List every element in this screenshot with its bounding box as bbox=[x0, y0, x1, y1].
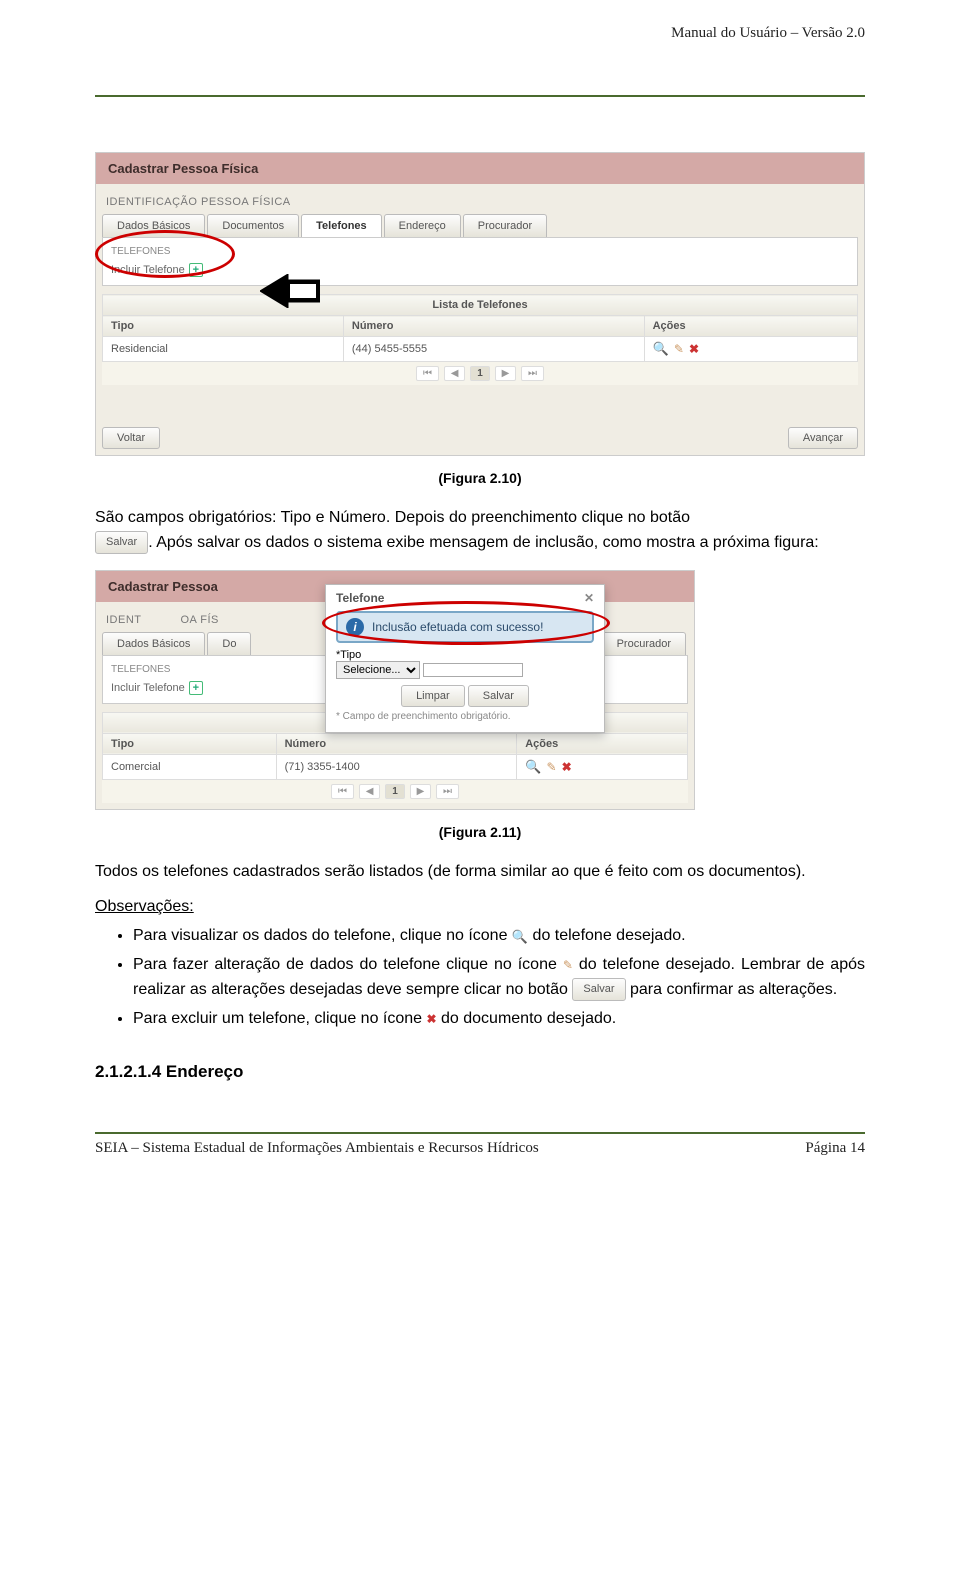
pager-prev[interactable]: ◀ bbox=[359, 784, 381, 799]
limpar-button[interactable]: Limpar bbox=[401, 685, 465, 707]
observacoes-title: Observações: bbox=[95, 898, 865, 916]
footer-rule bbox=[95, 1132, 865, 1134]
salvar-chip: Salvar bbox=[95, 531, 148, 554]
view-icon: 🔍 bbox=[512, 930, 528, 943]
edit-icon[interactable]: ✎ bbox=[546, 760, 556, 774]
table-title: Lista de Telefones bbox=[103, 295, 858, 316]
cell-tipo-2: Comercial bbox=[103, 754, 277, 779]
pager-last[interactable]: ⏭ bbox=[521, 366, 544, 381]
pager-2: ⏮ ◀ 1 ▶ ⏭ bbox=[102, 780, 688, 803]
col-tipo: Tipo bbox=[103, 316, 344, 337]
tab-endereco[interactable]: Endereço bbox=[384, 214, 461, 237]
tab-documentos-2[interactable]: Do bbox=[207, 632, 251, 655]
header-version: Manual do Usuário – Versão 2.0 bbox=[671, 25, 865, 42]
list-item: Para fazer alteração de dados do telefon… bbox=[133, 953, 865, 1003]
observacoes-list: Para visualizar os dados do telefone, cl… bbox=[95, 924, 865, 1031]
col-acoes: Ações bbox=[644, 316, 857, 337]
modal-note: * Campo de preenchimento obrigatório. bbox=[336, 711, 594, 722]
header-rule bbox=[95, 95, 865, 97]
plus-icon: + bbox=[189, 681, 203, 695]
tab-telefones[interactable]: Telefones bbox=[301, 214, 382, 237]
figure-caption-2-11: (Figura 2.11) bbox=[95, 824, 865, 840]
tab-documentos[interactable]: Documentos bbox=[207, 214, 299, 237]
annotation-circle bbox=[95, 230, 235, 278]
close-icon[interactable]: ✕ bbox=[584, 591, 594, 605]
tipo-label: *Tipo bbox=[336, 649, 361, 661]
screenshot-figure-2-11: Cadastrar Pessoa IDENT OA FÍS Dados Bási… bbox=[95, 570, 695, 810]
cell-tipo: Residencial bbox=[103, 337, 344, 362]
pager: ⏮ ◀ 1 ▶ ⏭ bbox=[102, 362, 858, 385]
incluir-telefone-link-2[interactable]: Incluir Telefone + bbox=[111, 681, 203, 695]
list-item: Para visualizar os dados do telefone, cl… bbox=[133, 924, 865, 949]
modal-title: Telefone bbox=[336, 591, 384, 605]
voltar-button[interactable]: Voltar bbox=[102, 427, 160, 449]
salvar-chip-inline: Salvar bbox=[572, 978, 625, 1001]
edit-icon: ✎ bbox=[563, 959, 573, 971]
col-acoes-2: Ações bbox=[517, 733, 688, 754]
col-numero-2: Número bbox=[276, 733, 517, 754]
annotation-circle-2 bbox=[322, 601, 610, 645]
pager-last[interactable]: ⏭ bbox=[436, 784, 459, 799]
table-row: Residencial (44) 5455-5555 🔍 ✎ ✖ bbox=[103, 337, 858, 362]
footer-left: SEIA – Sistema Estadual de Informações A… bbox=[95, 1140, 539, 1157]
salvar-button[interactable]: Salvar bbox=[468, 685, 529, 707]
telefones-table: Lista de Telefones Tipo Número Ações Res… bbox=[102, 294, 858, 362]
pager-current: 1 bbox=[470, 366, 490, 381]
col-numero: Número bbox=[343, 316, 644, 337]
list-item: Para excluir um telefone, clique no ícon… bbox=[133, 1007, 865, 1032]
paragraph-2: Todos os telefones cadastrados serão lis… bbox=[95, 860, 865, 885]
pager-current-2: 1 bbox=[385, 784, 405, 799]
table-row: Comercial (71) 3355-1400 🔍 ✎ ✖ bbox=[103, 754, 688, 779]
paragraph-1: São campos obrigatórios: Tipo e Número. … bbox=[95, 506, 865, 556]
cell-numero-2: (71) 3355-1400 bbox=[276, 754, 517, 779]
pager-first[interactable]: ⏮ bbox=[416, 366, 439, 381]
edit-icon[interactable]: ✎ bbox=[674, 342, 684, 356]
screenshot-figure-2-10: Cadastrar Pessoa Física IDENTIFICAÇÃO PE… bbox=[95, 152, 865, 456]
pager-next[interactable]: ▶ bbox=[410, 784, 432, 799]
col-tipo-2: Tipo bbox=[103, 733, 277, 754]
section-heading-endereco: 2.1.2.1.4 Endereço bbox=[95, 1062, 865, 1082]
numero-input[interactable] bbox=[423, 663, 523, 677]
delete-icon[interactable]: ✖ bbox=[689, 342, 699, 356]
tab-procurador-2[interactable]: Procurador bbox=[602, 632, 686, 655]
telefone-modal: Telefone ✕ i Inclusão efetuada com suces… bbox=[325, 584, 605, 733]
figure-caption-2-10: (Figura 2.10) bbox=[95, 470, 865, 486]
annotation-arrow-icon bbox=[260, 274, 320, 314]
tab-dados-basicos-2[interactable]: Dados Básicos bbox=[102, 632, 205, 655]
footer-right: Página 14 bbox=[805, 1140, 865, 1157]
pager-first[interactable]: ⏮ bbox=[331, 784, 354, 799]
delete-icon: ✖ bbox=[427, 1013, 437, 1025]
pager-next[interactable]: ▶ bbox=[495, 366, 517, 381]
view-icon[interactable]: 🔍 bbox=[525, 759, 541, 774]
tab-procurador[interactable]: Procurador bbox=[463, 214, 547, 237]
pager-prev[interactable]: ◀ bbox=[444, 366, 466, 381]
cell-numero: (44) 5455-5555 bbox=[343, 337, 644, 362]
delete-icon[interactable]: ✖ bbox=[562, 760, 572, 774]
avancar-button[interactable]: Avançar bbox=[788, 427, 858, 449]
incluir-telefone-label-2: Incluir Telefone bbox=[111, 682, 185, 694]
section-title: IDENTIFICAÇÃO PESSOA FÍSICA bbox=[96, 184, 864, 214]
view-icon[interactable]: 🔍 bbox=[653, 341, 669, 356]
tipo-select[interactable]: Selecione... bbox=[336, 661, 420, 679]
form-title: Cadastrar Pessoa Física bbox=[96, 153, 864, 184]
